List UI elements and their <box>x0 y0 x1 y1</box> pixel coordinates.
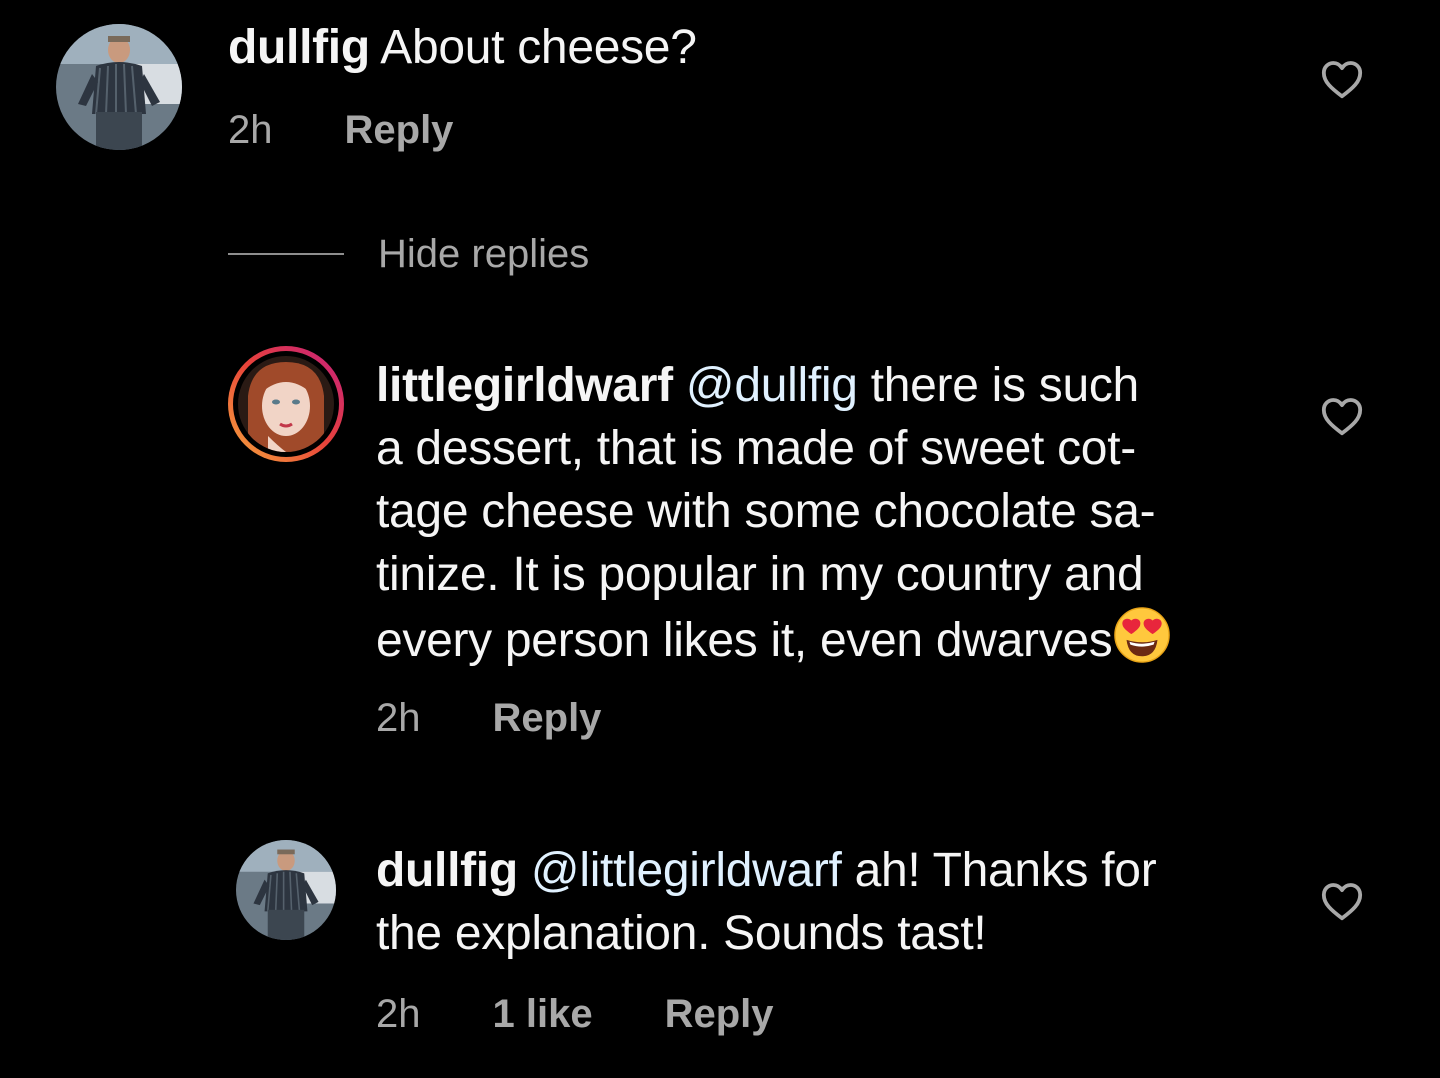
reply-text-line: ah! Thanks for <box>854 844 1157 897</box>
heart-outline-icon[interactable] <box>1320 396 1364 436</box>
reply-line: every person likes it, even dwarves <box>376 606 1296 672</box>
reply-line: littlegirldwarf @dullfig there is such <box>376 354 1296 417</box>
avatar-ring-inner <box>233 351 339 457</box>
reply-time: 2h <box>376 696 421 740</box>
reply-text-line: the explanation. Sounds tast! <box>376 907 987 960</box>
reply-line: dullfig @littlegirldwarf ah! Thanks for <box>376 839 1296 902</box>
reply-body: dullfig @littlegirldwarf ah! Thanks for … <box>376 839 1296 965</box>
reply-username[interactable]: dullfig <box>376 844 518 897</box>
reply-text-line: tage cheese with some chocolate sa- <box>376 485 1156 538</box>
heart-outline-icon[interactable] <box>1320 881 1364 921</box>
reply-text-line: tinize. It is popular in my country and <box>376 548 1144 601</box>
avatar-image <box>56 24 182 150</box>
hide-replies-button[interactable]: Hide replies <box>228 230 589 278</box>
avatar-littlegirldwarf[interactable] <box>228 346 344 462</box>
reply-body: littlegirldwarf @dullfig there is such a… <box>376 354 1296 672</box>
comment-meta: 2h Reply <box>228 106 453 154</box>
avatar-image <box>238 356 334 452</box>
avatar-image <box>236 840 336 940</box>
divider-line <box>228 253 344 255</box>
comment-username[interactable]: dullfig <box>228 21 370 74</box>
reply-text-line: a dessert, that is made of sweet cot- <box>376 422 1136 475</box>
heart-eyes-emoji-icon <box>1113 606 1171 664</box>
avatar-dullfig[interactable] <box>56 24 182 150</box>
reply-button[interactable]: Reply <box>665 990 774 1038</box>
reply-button[interactable]: Reply <box>345 106 454 154</box>
hide-replies-label: Hide replies <box>378 232 590 276</box>
reply-time: 2h <box>376 992 421 1036</box>
comment-time: 2h <box>228 108 273 152</box>
reply-meta: 2h Reply <box>376 694 601 742</box>
reply-text-line: there is such <box>870 359 1140 412</box>
avatar-dullfig[interactable] <box>236 840 336 940</box>
reply-username[interactable]: littlegirldwarf <box>376 359 673 412</box>
reply-meta: 2h 1 like Reply <box>376 990 774 1038</box>
comment-text: About cheese? <box>380 21 697 74</box>
reply-button[interactable]: Reply <box>493 694 602 742</box>
reply-mention[interactable]: @dullfig <box>686 359 858 412</box>
heart-outline-icon[interactable] <box>1320 59 1364 99</box>
reply-text-line: every person likes it, even dwarves <box>376 614 1113 667</box>
reply-mention[interactable]: @littlegirldwarf <box>531 844 842 897</box>
comment-body: dullfig About cheese? <box>228 16 697 79</box>
likes-count[interactable]: 1 like <box>493 990 593 1038</box>
